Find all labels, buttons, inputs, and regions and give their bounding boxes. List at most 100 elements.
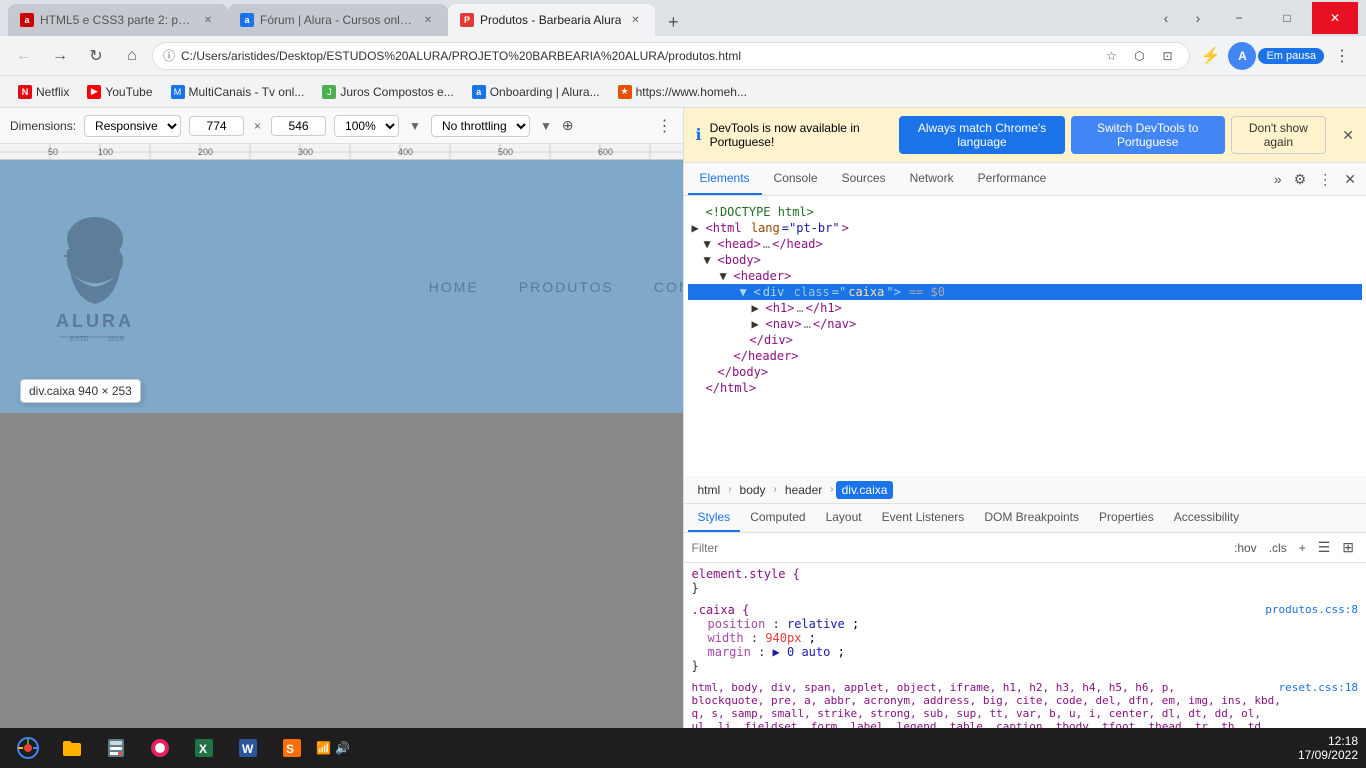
taskbar-calculator[interactable] bbox=[96, 730, 136, 766]
tab-sources[interactable]: Sources bbox=[830, 163, 898, 195]
styles-tab-styles[interactable]: Styles bbox=[688, 504, 741, 532]
dimensions-mode-select[interactable]: Responsive bbox=[84, 115, 181, 137]
tree-line-body-close: </body> bbox=[688, 364, 1363, 380]
notification-close-icon[interactable]: ✕ bbox=[1342, 127, 1354, 144]
zoom-select[interactable]: 100% bbox=[334, 115, 399, 137]
menu-button[interactable]: ⋮ bbox=[1326, 40, 1358, 72]
dim-tooltip-text: div.caixa 940 × 253 bbox=[29, 384, 132, 398]
maximize-button[interactable]: □ bbox=[1264, 2, 1310, 34]
clock-time: 12:18 bbox=[1298, 734, 1358, 748]
taskbar-files[interactable] bbox=[52, 730, 92, 766]
taskbar-chrome[interactable] bbox=[8, 730, 48, 766]
width-input[interactable] bbox=[189, 116, 244, 136]
breadcrumb-divcaixa[interactable]: div.caixa bbox=[836, 481, 894, 499]
tab3-close[interactable]: ✕ bbox=[627, 12, 643, 28]
switch-language-button[interactable]: Switch DevTools to Portuguese bbox=[1071, 116, 1225, 154]
bookmark-home[interactable]: ★ https://www.homeh... bbox=[610, 81, 755, 103]
bookmark-netflix[interactable]: N Netflix bbox=[10, 81, 77, 103]
taskbar-paint[interactable] bbox=[140, 730, 180, 766]
tree-line-h1: ▶ <h1>…</h1> bbox=[688, 300, 1363, 316]
clock-date: 17/09/2022 bbox=[1298, 748, 1358, 762]
new-rule-button[interactable]: ⊞ bbox=[1338, 537, 1358, 558]
breadcrumb-body[interactable]: body bbox=[734, 481, 772, 499]
devtools-more-icon[interactable]: ⋮ bbox=[1312, 165, 1338, 194]
tab-performance[interactable]: Performance bbox=[966, 163, 1059, 195]
tab-chevron-right[interactable]: › bbox=[1184, 4, 1212, 32]
styles-tab-accessibility[interactable]: Accessibility bbox=[1164, 504, 1249, 532]
more-options-button[interactable]: ⋮ bbox=[657, 116, 673, 136]
tab-3[interactable]: P Produtos - Barbearia Alura ✕ bbox=[448, 4, 655, 36]
h1-tag: <h1> bbox=[766, 301, 795, 315]
styles-tab-layout[interactable]: Layout bbox=[816, 504, 872, 532]
bookmark-juros[interactable]: J Juros Compostos e... bbox=[314, 81, 461, 103]
tab-console[interactable]: Console bbox=[762, 163, 830, 195]
tab-2[interactable]: a Fórum | Alura - Cursos online de... ✕ bbox=[228, 4, 448, 36]
tab1-close[interactable]: ✕ bbox=[200, 12, 216, 28]
throttle-select[interactable]: No throttling bbox=[431, 115, 530, 137]
taskbar-system-icons: 📶 🔊 bbox=[316, 741, 350, 755]
bookmark-alura[interactable]: a Onboarding | Alura... bbox=[464, 81, 608, 103]
taskbar-sublime[interactable]: S bbox=[272, 730, 312, 766]
devtools-close-icon[interactable]: ✕ bbox=[1338, 165, 1362, 194]
extensions-button[interactable]: ⚡ bbox=[1194, 40, 1226, 72]
more-tabs-button[interactable]: » bbox=[1268, 165, 1288, 193]
add-rule-button[interactable]: + bbox=[1295, 539, 1310, 557]
bookmark-star-button[interactable]: ☆ bbox=[1099, 44, 1123, 68]
netflix-favicon: N bbox=[18, 85, 32, 99]
forward-button[interactable]: → bbox=[44, 40, 76, 72]
tab-chevron-left[interactable]: ‹ bbox=[1152, 4, 1180, 32]
viewport-wrapper: ALURA ESTD 2019 HOME PRODUTOS CONTATO bbox=[0, 160, 683, 768]
taskbar-excel[interactable]: X bbox=[184, 730, 224, 766]
styles-tab-properties[interactable]: Properties bbox=[1089, 504, 1164, 532]
notification-buttons: Always match Chrome's language Switch De… bbox=[899, 116, 1326, 154]
match-language-button[interactable]: Always match Chrome's language bbox=[899, 116, 1065, 154]
devtools-tab-bar: Elements Console Sources Network Perform… bbox=[684, 163, 1366, 196]
styles-filter-input[interactable] bbox=[692, 541, 1227, 555]
page-header: ALURA ESTD 2019 HOME PRODUTOS CONTATO bbox=[0, 160, 683, 413]
styles-filter-row: :hov .cls + ☰ ⊞ bbox=[684, 533, 1366, 563]
header-close-tag: </header> bbox=[734, 349, 799, 363]
height-input[interactable] bbox=[271, 116, 326, 136]
styles-tab-event-listeners[interactable]: Event Listeners bbox=[872, 504, 975, 532]
reset-source[interactable]: reset.css:18 bbox=[1279, 681, 1358, 694]
profile-button[interactable]: A bbox=[1228, 42, 1256, 70]
logo-svg: ALURA ESTD 2019 bbox=[40, 209, 150, 359]
tab-1[interactable]: a HTML5 e CSS3 parte 2: posic... ✕ bbox=[8, 4, 228, 36]
new-style-button[interactable]: ☰ bbox=[1314, 537, 1335, 558]
tab-network[interactable]: Network bbox=[898, 163, 966, 195]
tab-elements[interactable]: Elements bbox=[688, 163, 762, 195]
tree-line-divcaixa[interactable]: ▼ <div class="caixa"> == $0 bbox=[688, 284, 1363, 300]
bookmark-home-label: https://www.homeh... bbox=[636, 85, 747, 99]
new-tab-button[interactable]: + bbox=[659, 8, 687, 36]
pause-badge[interactable]: Em pausa bbox=[1258, 48, 1324, 64]
position-prop: position bbox=[708, 617, 766, 631]
cls-button[interactable]: .cls bbox=[1265, 539, 1291, 557]
minimize-button[interactable]: − bbox=[1216, 2, 1262, 34]
dont-show-button[interactable]: Don't show again bbox=[1231, 116, 1327, 154]
bookmark-youtube-label: YouTube bbox=[105, 85, 152, 99]
tabs-row: a HTML5 e CSS3 parte 2: posic... ✕ a Fór… bbox=[8, 0, 1152, 36]
styles-tab-computed[interactable]: Computed bbox=[740, 504, 815, 532]
tree-line-html: ▶ <html lang="pt-br"> bbox=[688, 220, 1363, 236]
close-button[interactable]: ✕ bbox=[1312, 2, 1358, 34]
devtools-settings-icon[interactable]: ⚙ bbox=[1288, 165, 1313, 194]
breadcrumb-header[interactable]: header bbox=[779, 481, 828, 499]
hov-button[interactable]: :hov bbox=[1230, 539, 1261, 557]
caixa-source[interactable]: produtos.css:8 bbox=[1265, 603, 1358, 616]
breadcrumb-html[interactable]: html bbox=[692, 481, 727, 499]
styles-tab-dom-breakpoints[interactable]: DOM Breakpoints bbox=[974, 504, 1089, 532]
cast-button[interactable]: ⬡ bbox=[1127, 44, 1151, 68]
reset-selector-line2: blockquote, pre, a, abbr, acronym, addre… bbox=[692, 694, 1359, 707]
address-bar[interactable]: ⓘ C:/Users/aristides/Desktop/ESTUDOS%20A… bbox=[152, 42, 1190, 70]
bookmark-multicanais[interactable]: M MultiCanais - Tv onl... bbox=[163, 81, 313, 103]
nav-produtos: PRODUTOS bbox=[519, 279, 614, 295]
screen-capture-button[interactable]: ⊡ bbox=[1155, 44, 1179, 68]
back-button[interactable]: ← bbox=[8, 40, 40, 72]
tab2-close[interactable]: ✕ bbox=[420, 12, 436, 28]
home-favicon: ★ bbox=[618, 85, 632, 99]
reload-button[interactable]: ↻ bbox=[80, 40, 112, 72]
home-button[interactable]: ⌂ bbox=[116, 40, 148, 72]
bookmark-youtube[interactable]: ▶ YouTube bbox=[79, 81, 160, 103]
taskbar-word[interactable]: W bbox=[228, 730, 268, 766]
bookmark-alura-label: Onboarding | Alura... bbox=[490, 85, 600, 99]
